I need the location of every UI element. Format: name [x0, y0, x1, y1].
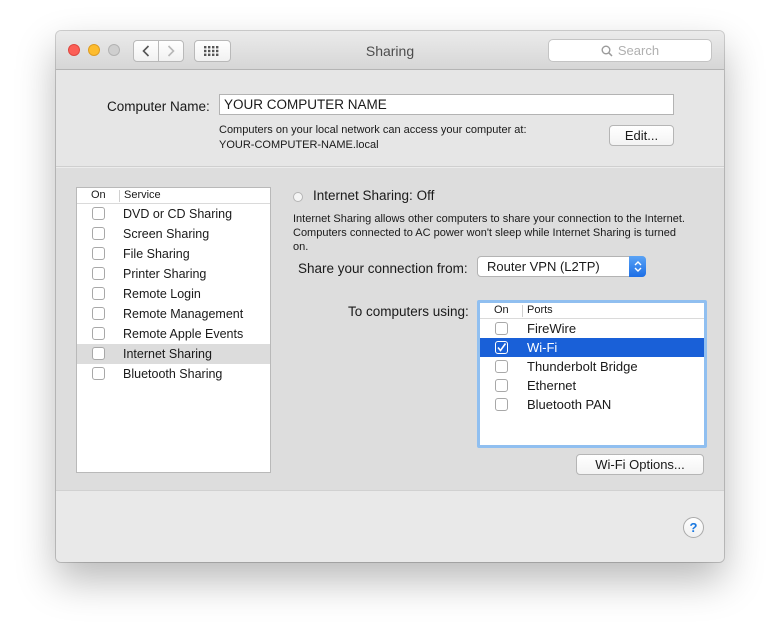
- port-row-bluetooth-pan[interactable]: Bluetooth PAN: [480, 395, 704, 414]
- ports-list[interactable]: On Ports FireWire Wi-Fi Thunderbolt Brid…: [477, 300, 707, 448]
- service-row-internet-sharing[interactable]: Internet Sharing: [77, 344, 270, 364]
- service-row-file-sharing[interactable]: File Sharing: [77, 244, 270, 264]
- service-label: File Sharing: [123, 247, 190, 261]
- service-checkbox[interactable]: [92, 367, 105, 380]
- service-checkbox[interactable]: [92, 287, 105, 300]
- internet-sharing-status: Internet Sharing: Off: [313, 188, 435, 203]
- status-indicator-icon: [293, 192, 303, 202]
- service-list-header: On Service: [77, 188, 270, 204]
- port-row-wi-fi[interactable]: Wi-Fi: [480, 338, 704, 357]
- service-row-printer-sharing[interactable]: Printer Sharing: [77, 264, 270, 284]
- service-label: DVD or CD Sharing: [123, 207, 233, 221]
- service-label: Remote Apple Events: [123, 327, 244, 341]
- port-row-ethernet[interactable]: Ethernet: [480, 376, 704, 395]
- local-hostname: YOUR-COMPUTER-NAME.local: [219, 139, 379, 151]
- service-checkbox[interactable]: [92, 247, 105, 260]
- service-checkbox[interactable]: [92, 327, 105, 340]
- search-icon: [601, 45, 613, 57]
- port-row-thunderbolt-bridge[interactable]: Thunderbolt Bridge: [480, 357, 704, 376]
- port-row-firewire[interactable]: FireWire: [480, 319, 704, 338]
- service-row-remote-management[interactable]: Remote Management: [77, 304, 270, 324]
- footer-section: ?: [56, 490, 724, 562]
- service-row-remote-login[interactable]: Remote Login: [77, 284, 270, 304]
- port-label: Thunderbolt Bridge: [527, 359, 638, 374]
- port-label: Bluetooth PAN: [527, 397, 612, 412]
- wifi-options-button[interactable]: Wi-Fi Options...: [576, 454, 704, 475]
- service-checkbox[interactable]: [92, 267, 105, 280]
- service-label: Screen Sharing: [123, 227, 210, 241]
- computer-name-input[interactable]: YOUR COMPUTER NAME: [219, 94, 674, 115]
- header-ports: Ports: [527, 304, 553, 316]
- service-checkbox[interactable]: [92, 227, 105, 240]
- to-computers-label: To computers using:: [348, 304, 469, 319]
- service-label: Printer Sharing: [123, 267, 207, 281]
- header-divider: [522, 305, 523, 317]
- share-from-select[interactable]: Router VPN (L2TP): [477, 256, 646, 277]
- service-label: Bluetooth Sharing: [123, 367, 223, 381]
- service-row-remote-apple-events[interactable]: Remote Apple Events: [77, 324, 270, 344]
- port-checkbox[interactable]: [495, 360, 508, 373]
- port-checkbox[interactable]: [495, 379, 508, 392]
- service-label: Internet Sharing: [123, 347, 212, 361]
- computer-name-description: Computers on your local network can acce…: [219, 123, 527, 153]
- edit-button[interactable]: Edit...: [609, 125, 674, 146]
- service-list[interactable]: On Service DVD or CD Sharing Screen Shar…: [76, 187, 271, 473]
- service-checkbox[interactable]: [92, 207, 105, 220]
- port-label: FireWire: [527, 321, 577, 336]
- port-checkbox[interactable]: [495, 398, 508, 411]
- service-row-bluetooth-sharing[interactable]: Bluetooth Sharing: [77, 364, 270, 384]
- help-button[interactable]: ?: [683, 517, 704, 538]
- service-row-dvd-or-cd-sharing[interactable]: DVD or CD Sharing: [77, 204, 270, 224]
- service-checkbox[interactable]: [92, 347, 105, 360]
- computer-name-label: Computer Name:: [107, 99, 210, 114]
- checkmark-icon: [497, 343, 507, 352]
- header-on: On: [91, 189, 106, 201]
- service-label: Remote Management: [123, 307, 244, 321]
- local-access-text: Computers on your local network can acce…: [219, 124, 527, 136]
- share-from-value: Router VPN (L2TP): [487, 259, 600, 274]
- internet-sharing-description: Internet Sharing allows other computers …: [293, 213, 685, 253]
- sharing-window: Sharing Search Computer Name: YOUR COMPU…: [56, 31, 724, 562]
- header-divider: [119, 190, 120, 202]
- search-placeholder: Search: [617, 43, 660, 58]
- port-label: Ethernet: [527, 378, 577, 393]
- share-from-label: Share your connection from:: [298, 261, 468, 276]
- port-label: Wi-Fi: [527, 340, 558, 355]
- header-on: On: [494, 304, 509, 316]
- services-section: On Service DVD or CD Sharing Screen Shar…: [56, 168, 724, 490]
- port-checkbox-checked[interactable]: [495, 341, 508, 354]
- port-checkbox[interactable]: [495, 322, 508, 335]
- header-service: Service: [124, 189, 161, 201]
- search-field[interactable]: Search: [548, 39, 712, 62]
- service-checkbox[interactable]: [92, 307, 105, 320]
- updown-arrows-icon: [629, 256, 646, 277]
- title-bar: Sharing Search: [56, 31, 724, 70]
- service-label: Remote Login: [123, 287, 201, 301]
- computer-name-section: Computer Name: YOUR COMPUTER NAME Comput…: [56, 70, 724, 167]
- ports-list-header: On Ports: [480, 303, 704, 319]
- service-row-screen-sharing[interactable]: Screen Sharing: [77, 224, 270, 244]
